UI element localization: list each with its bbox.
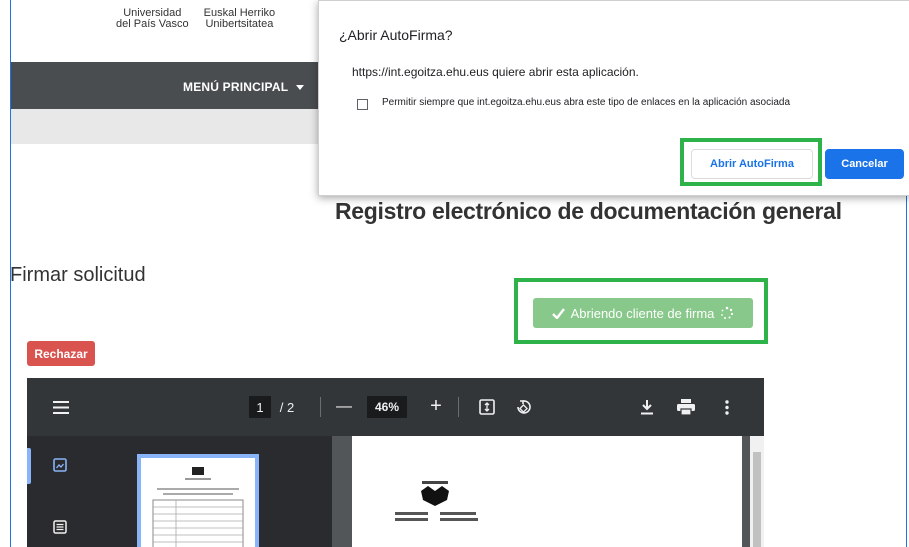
pdf-scroll-thumb[interactable] — [753, 452, 761, 547]
total-pages: 2 — [287, 399, 295, 415]
check-icon — [551, 307, 565, 319]
university-logo-text: Universidad del País Vasco Euskal Herrik… — [116, 8, 287, 30]
cancel-button[interactable]: Cancelar — [825, 149, 904, 179]
thumbnail-page — [141, 458, 255, 547]
university-eu-line2: Unibertsitatea — [205, 18, 274, 30]
section-title: Firmar solicitud — [10, 264, 146, 286]
page-separator: / — [279, 399, 284, 415]
zoom-out-button[interactable]: — — [333, 396, 355, 418]
menu-icon[interactable] — [51, 398, 71, 416]
pdf-page — [352, 436, 742, 547]
spinner-icon — [721, 306, 734, 319]
thumbnails-icon[interactable] — [51, 456, 69, 474]
print-icon[interactable] — [674, 396, 698, 418]
toolbar-divider — [458, 397, 459, 417]
dialog-title: ¿Abrir AutoFirma? — [339, 27, 453, 43]
page-number-input[interactable]: 1 — [249, 396, 271, 418]
university-es-line2: del País Vasco — [116, 18, 189, 30]
pdf-viewer: 1 / 2 — 46% + — [27, 378, 764, 547]
more-options-icon[interactable] — [717, 396, 737, 418]
outline-icon[interactable] — [51, 518, 69, 536]
page-count: / 2 — [275, 397, 299, 417]
reject-button[interactable]: Rechazar — [27, 341, 95, 366]
rotate-icon[interactable] — [512, 396, 534, 418]
sidebar-active-indicator — [27, 448, 31, 484]
thumbnail-document-preview — [152, 467, 244, 547]
page-title: Registro electrónico de documentación ge… — [335, 198, 842, 224]
zoom-in-button[interactable]: + — [425, 395, 447, 417]
sign-button[interactable]: Abriendo cliente de firma — [533, 298, 753, 328]
toolbar-divider — [320, 397, 321, 417]
zoom-input[interactable]: 46% — [367, 396, 407, 418]
highlight-box-open — [680, 138, 822, 186]
fit-page-icon[interactable] — [476, 396, 498, 418]
pdf-document-area — [332, 436, 764, 547]
pdf-scrollbar[interactable] — [750, 436, 764, 547]
dialog-message: https://int.egoitza.ehu.eus quiere abrir… — [352, 65, 639, 79]
download-icon[interactable] — [636, 396, 658, 418]
main-menu-dropdown[interactable]: MENÚ PRINCIPAL — [183, 80, 305, 94]
caret-down-icon — [296, 85, 305, 91]
always-allow-checkbox[interactable] — [357, 99, 368, 110]
pdf-sidebar — [27, 436, 332, 547]
university-logo-icon — [395, 481, 478, 521]
always-allow-label[interactable]: Permitir siempre que int.egoitza.ehu.eus… — [382, 97, 790, 108]
main-menu-label: MENÚ PRINCIPAL — [183, 80, 289, 94]
page-thumbnail[interactable] — [137, 454, 259, 547]
sign-button-label: Abriendo cliente de firma — [570, 305, 715, 321]
pdf-toolbar: 1 / 2 — 46% + — [27, 378, 764, 436]
